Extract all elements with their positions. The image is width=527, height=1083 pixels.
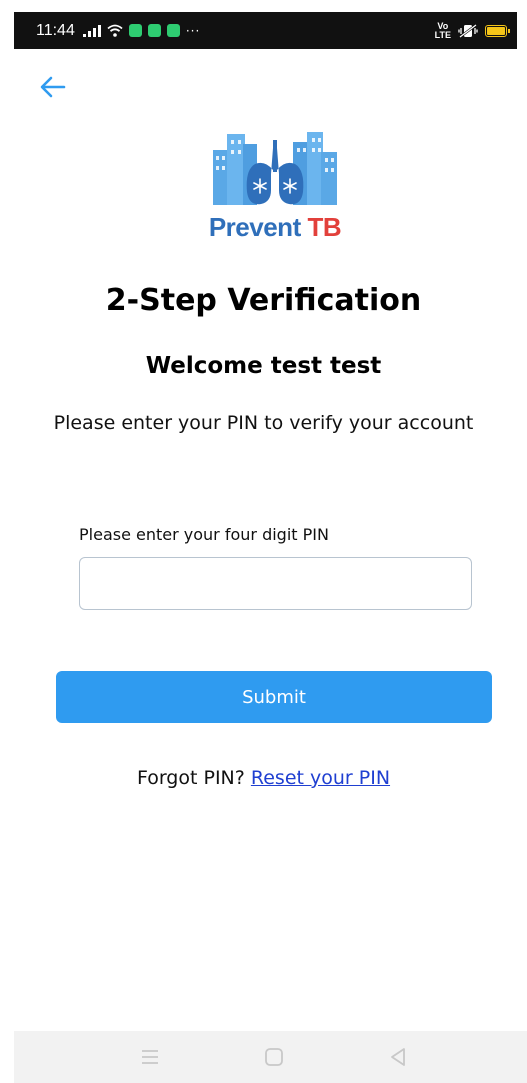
message-icon [147,24,161,37]
status-bar-right: Vo LTE [434,21,510,40]
status-bar: 11:44 ··· Vo LTE [14,12,517,49]
forgot-pin-row: Forgot PIN? Reset your PIN [0,767,527,789]
vibrate-icon [458,23,478,38]
home-icon [265,1048,283,1066]
menu-button[interactable] [138,1045,162,1069]
lungs-city-logo-icon [213,132,337,205]
forgot-pin-text: Forgot PIN? [136,767,245,789]
pin-input[interactable] [79,557,472,610]
prevent-tb-logo: Prevent TB [205,130,345,245]
back-button[interactable] [38,74,68,100]
battery-fill [487,26,505,35]
volte-bottom: LTE [434,29,451,40]
logo-word-prevent: Prevent [208,212,301,242]
status-bar-left: 11:44 ··· [36,22,200,40]
verification-screen: 11:44 ··· Vo LTE Prevent TB 2-Step Verif… [0,0,527,1083]
volte-icon: Vo LTE [434,21,451,40]
pin-label: Please enter your four digit PIN [79,525,329,544]
submit-button[interactable]: Submit [56,671,492,723]
instruction-text: Please enter your PIN to verify your acc… [53,412,474,434]
page-title: 2-Step Verification [105,283,422,318]
reset-pin-link[interactable]: Reset your PIN [251,767,390,789]
logo-text: Prevent TB [205,212,345,243]
logo-word-tb: TB [307,212,342,242]
welcome-text: Welcome test test [145,353,382,379]
system-nav-bar [14,1031,527,1083]
back-nav-button[interactable] [386,1045,410,1069]
menu-icon [142,1050,158,1064]
wifi-icon [107,24,123,37]
download-icon [166,24,180,37]
back-triangle-icon [391,1048,405,1066]
whatsapp-icon [128,24,142,37]
home-button[interactable] [262,1045,286,1069]
more-icon: ··· [185,23,201,38]
battery-icon [485,24,510,37]
arrow-left-icon [40,76,66,98]
signal-icon [82,24,101,37]
status-time: 11:44 [36,21,75,39]
